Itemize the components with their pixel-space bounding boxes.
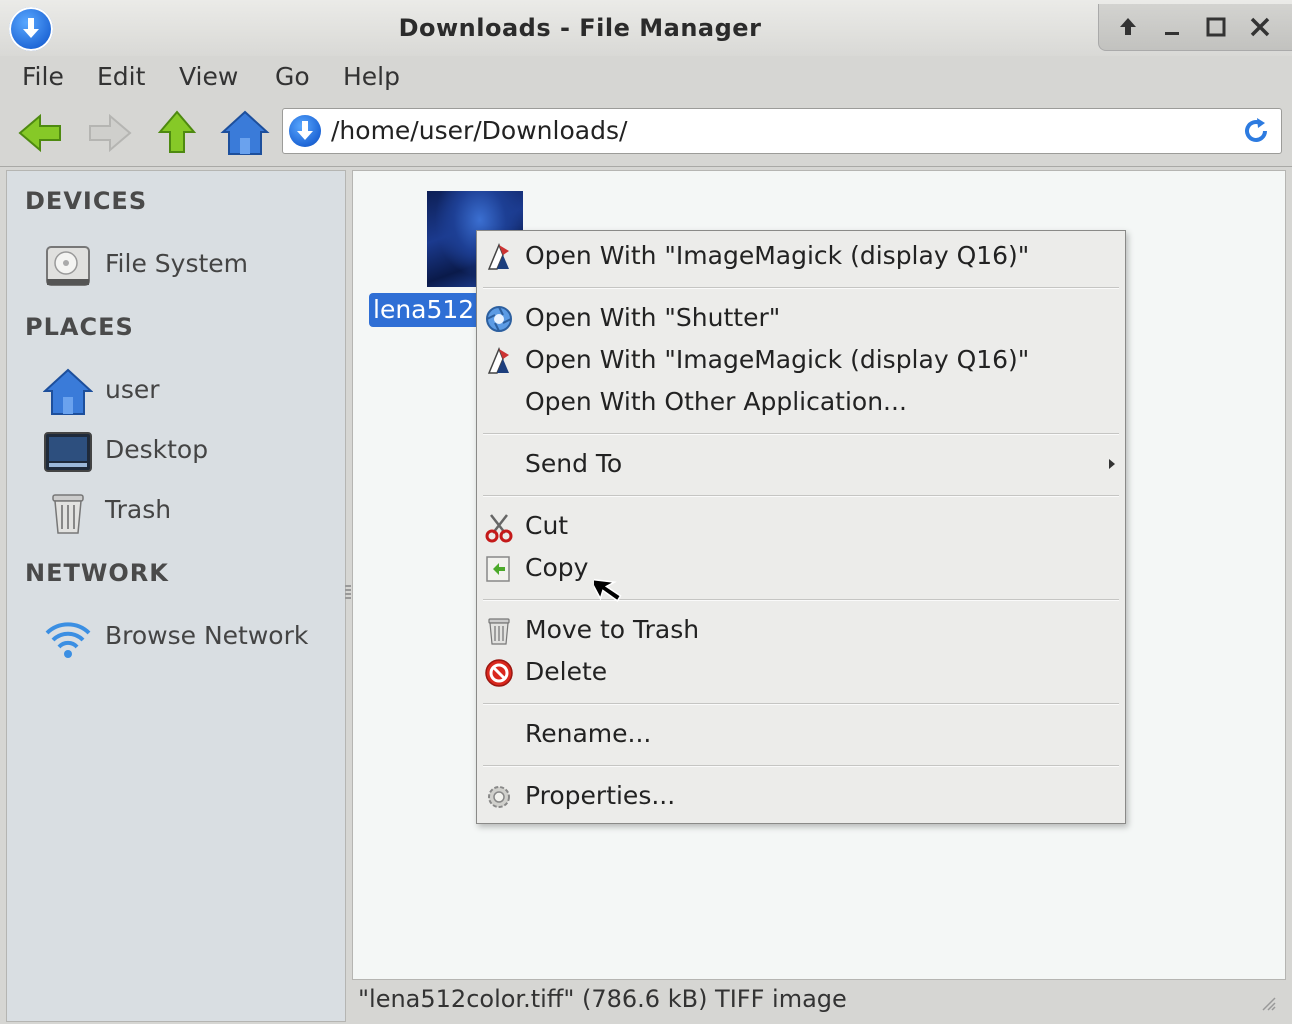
reload-button[interactable] — [1239, 114, 1273, 148]
downloads-folder-icon — [289, 115, 321, 147]
menu-separator — [483, 599, 1119, 601]
shutter-icon — [483, 303, 515, 335]
sidebar: DEVICES File System PLACES user Desktop … — [6, 170, 346, 1022]
mouse-cursor-icon — [588, 566, 634, 610]
sidebar-item-user[interactable]: user — [42, 367, 339, 417]
menu-item-move-to-trash[interactable]: Move to Trash — [477, 611, 1125, 651]
sidebar-item-browse-network[interactable]: Browse Network — [43, 613, 339, 663]
menu-separator — [483, 433, 1119, 435]
menu-item-label: Open With "ImageMagick (display Q16)" — [525, 241, 1030, 270]
menu-edit[interactable]: Edit — [97, 62, 145, 91]
up-button[interactable] — [152, 108, 202, 158]
menu-help[interactable]: Help — [343, 62, 400, 91]
menu-item-send-to[interactable]: Send To — [477, 445, 1125, 485]
sidebar-item-label: user — [105, 375, 160, 404]
sidebar-item-trash[interactable]: Trash — [43, 487, 339, 537]
home-icon — [220, 110, 270, 155]
gear-icon — [483, 781, 515, 813]
sidebar-heading-network: NETWORK — [25, 559, 169, 587]
menu-item-open-with-other[interactable]: Open With Other Application... — [477, 383, 1125, 423]
menu-item-copy[interactable]: Copy — [477, 549, 1125, 589]
menu-item-label: Properties... — [525, 781, 676, 810]
menu-item-open-with-imagemagick-2[interactable]: Open With "ImageMagick (display Q16)" — [477, 341, 1125, 381]
menu-item-label: Move to Trash — [525, 615, 700, 644]
delete-icon — [483, 657, 515, 689]
home-button[interactable] — [220, 108, 270, 158]
title-bar[interactable]: Downloads - File Manager — [0, 0, 1292, 56]
home-icon — [42, 367, 94, 417]
imagemagick-icon — [483, 345, 515, 377]
menu-item-delete[interactable]: Delete — [477, 653, 1125, 693]
file-manager-window: Downloads - File Manager File Edit View … — [0, 0, 1292, 1024]
menu-item-properties[interactable]: Properties... — [477, 777, 1125, 817]
menu-file[interactable]: File — [22, 62, 64, 91]
sidebar-item-label: Trash — [105, 495, 172, 524]
wifi-icon — [43, 613, 93, 663]
maximize-button[interactable] — [1203, 14, 1229, 40]
menu-go[interactable]: Go — [275, 62, 310, 91]
close-button[interactable] — [1247, 14, 1273, 40]
context-menu: Open With "ImageMagick (display Q16)" Op… — [476, 230, 1126, 824]
minimize-button[interactable] — [1159, 14, 1185, 40]
reload-icon — [1245, 118, 1267, 142]
status-bar: "lena512color.tiff" (786.6 kB) TIFF imag… — [352, 980, 1292, 1024]
always-on-top-button[interactable] — [1115, 14, 1141, 40]
menu-item-label: Delete — [525, 657, 608, 686]
scissors-icon — [483, 511, 515, 543]
imagemagick-icon — [483, 241, 515, 273]
menu-item-rename[interactable]: Rename... — [477, 715, 1125, 755]
sidebar-item-label: Browse Network — [105, 621, 309, 650]
file-name-label[interactable]: lena512 — [369, 293, 481, 327]
forward-arrow-icon — [89, 113, 132, 153]
back-button[interactable] — [16, 108, 66, 158]
sidebar-item-desktop[interactable]: Desktop — [43, 427, 339, 477]
window-controls — [1098, 4, 1292, 51]
menu-item-label: Send To — [525, 449, 623, 478]
sidebar-heading-devices: DEVICES — [25, 187, 148, 215]
menu-bar: File Edit View Go Help — [0, 56, 1292, 100]
pane-resize-handle[interactable] — [345, 585, 351, 601]
trash-icon — [483, 615, 515, 647]
harddisk-icon — [43, 241, 93, 291]
menu-item-label: Cut — [525, 511, 569, 540]
menu-item-label: Open With Other Application... — [525, 387, 907, 416]
sidebar-heading-places: PLACES — [25, 313, 134, 341]
location-bar[interactable]: /home/user/Downloads/ — [282, 108, 1282, 154]
sidebar-item-label: File System — [105, 249, 249, 278]
sidebar-item-file-system[interactable]: File System — [43, 241, 339, 291]
back-arrow-icon — [18, 113, 61, 153]
menu-separator — [483, 495, 1119, 497]
menu-separator — [483, 703, 1119, 705]
menu-item-label: Open With "Shutter" — [525, 303, 781, 332]
menu-item-label: Open With "ImageMagick (display Q16)" — [525, 345, 1030, 374]
menu-item-label: Copy — [525, 553, 589, 582]
trash-icon — [43, 487, 93, 537]
copy-icon — [483, 553, 515, 585]
forward-button[interactable] — [84, 108, 134, 158]
menu-item-cut[interactable]: Cut — [477, 507, 1125, 547]
resize-grip-icon[interactable] — [1262, 996, 1276, 1011]
window-title: Downloads - File Manager — [398, 14, 762, 42]
menu-item-open-with-imagemagick[interactable]: Open With "ImageMagick (display Q16)" — [477, 237, 1125, 277]
submenu-arrow-icon — [1109, 459, 1115, 469]
menu-item-open-with-shutter[interactable]: Open With "Shutter" — [477, 299, 1125, 339]
menu-separator — [483, 765, 1119, 767]
status-text: "lena512color.tiff" (786.6 kB) TIFF imag… — [358, 985, 847, 1013]
menu-item-label: Rename... — [525, 719, 652, 748]
desktop-icon — [43, 427, 93, 477]
sidebar-item-label: Desktop — [105, 435, 209, 464]
menu-view[interactable]: View — [179, 62, 238, 91]
up-arrow-icon — [157, 110, 197, 153]
menu-separator — [483, 287, 1119, 289]
location-path[interactable]: /home/user/Downloads/ — [331, 116, 627, 145]
